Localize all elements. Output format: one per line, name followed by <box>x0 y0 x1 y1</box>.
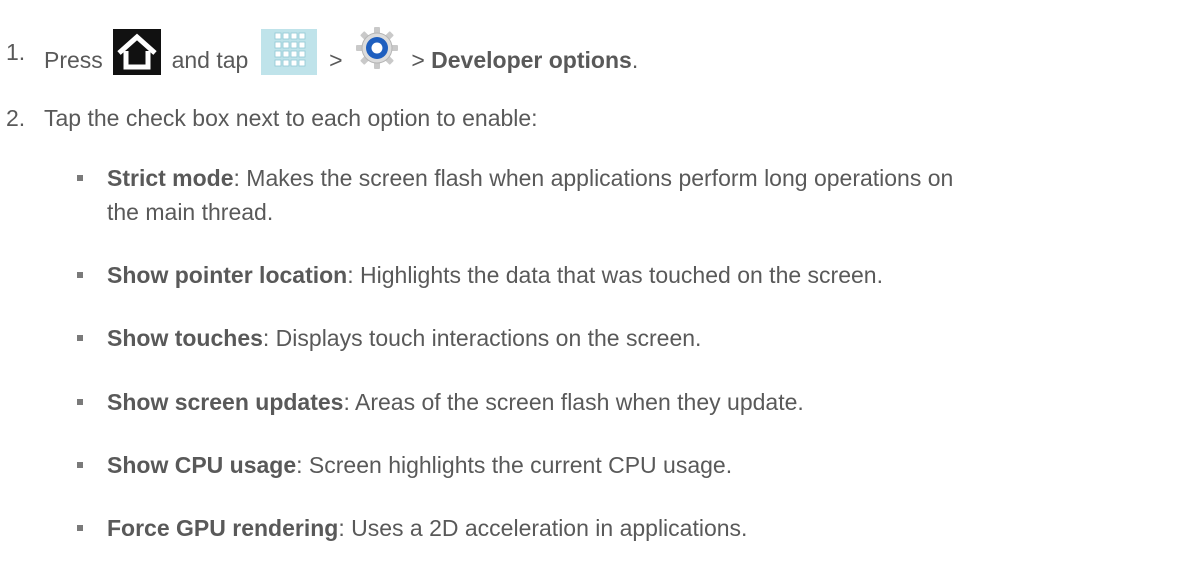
home-icon <box>113 29 162 75</box>
option-description: Show screen updates: Areas of the screen… <box>107 385 1187 419</box>
bullet-icon <box>77 525 83 531</box>
developer-options-label: Developer options <box>431 47 632 74</box>
bullet-icon <box>77 462 83 468</box>
list-item: Show pointer location: Highlights the da… <box>0 258 1193 298</box>
option-description: Force GPU rendering: Uses a 2D accelerat… <box>107 511 1187 545</box>
apps-icon <box>260 29 317 75</box>
step-number: 1. <box>6 39 26 65</box>
list-item: Strict mode: Makes the screen flash when… <box>0 161 1193 241</box>
option-desc: : Screen highlights the current CPU usag… <box>296 452 733 478</box>
period: . <box>631 47 639 74</box>
list-item: Show CPU usage: Screen highlights the cu… <box>0 448 1193 488</box>
option-description: Show pointer location: Highlights the da… <box>107 258 1187 292</box>
option-term: Show pointer location <box>107 262 348 288</box>
option-term: Strict mode <box>107 165 234 191</box>
separator: > <box>411 47 425 74</box>
settings-gear-icon <box>355 26 399 70</box>
list-item: Force GPU rendering: Uses a 2D accelerat… <box>0 511 1193 551</box>
option-desc: : Highlights the data that was touched o… <box>347 262 883 288</box>
step-number: 2. <box>6 105 26 131</box>
separator: > <box>329 47 343 74</box>
option-term: Show screen updates <box>107 389 344 415</box>
option-term: Show touches <box>107 325 263 351</box>
option-desc-cont: the main thread. <box>107 199 274 225</box>
option-description: Strict mode: Makes the screen flash when… <box>107 161 1187 229</box>
list-item: Show screen updates: Areas of the screen… <box>0 385 1193 425</box>
bullet-icon <box>77 272 83 278</box>
option-desc: : Displays touch interactions on the scr… <box>262 325 702 351</box>
option-desc: : Makes the screen flash when applicatio… <box>233 165 954 191</box>
step-2-text: Tap the check box next to each option to… <box>44 105 538 131</box>
bullet-icon <box>77 335 83 341</box>
list-item: Show touches: Displays touch interaction… <box>0 321 1193 361</box>
option-description: Show CPU usage: Screen highlights the cu… <box>107 448 1187 482</box>
step-1-text: Press and tap > > Developer options. <box>44 27 639 85</box>
option-term: Force GPU rendering <box>107 515 339 541</box>
press-label: Press <box>44 47 103 74</box>
option-desc: : Areas of the screen flash when they up… <box>343 389 804 415</box>
and-tap-label: and tap <box>171 47 249 74</box>
bullet-icon <box>77 175 83 181</box>
option-desc: : Uses a 2D acceleration in applications… <box>338 515 748 541</box>
option-description: Show touches: Displays touch interaction… <box>107 321 1187 355</box>
bullet-icon <box>77 399 83 405</box>
option-term: Show CPU usage <box>107 452 297 478</box>
